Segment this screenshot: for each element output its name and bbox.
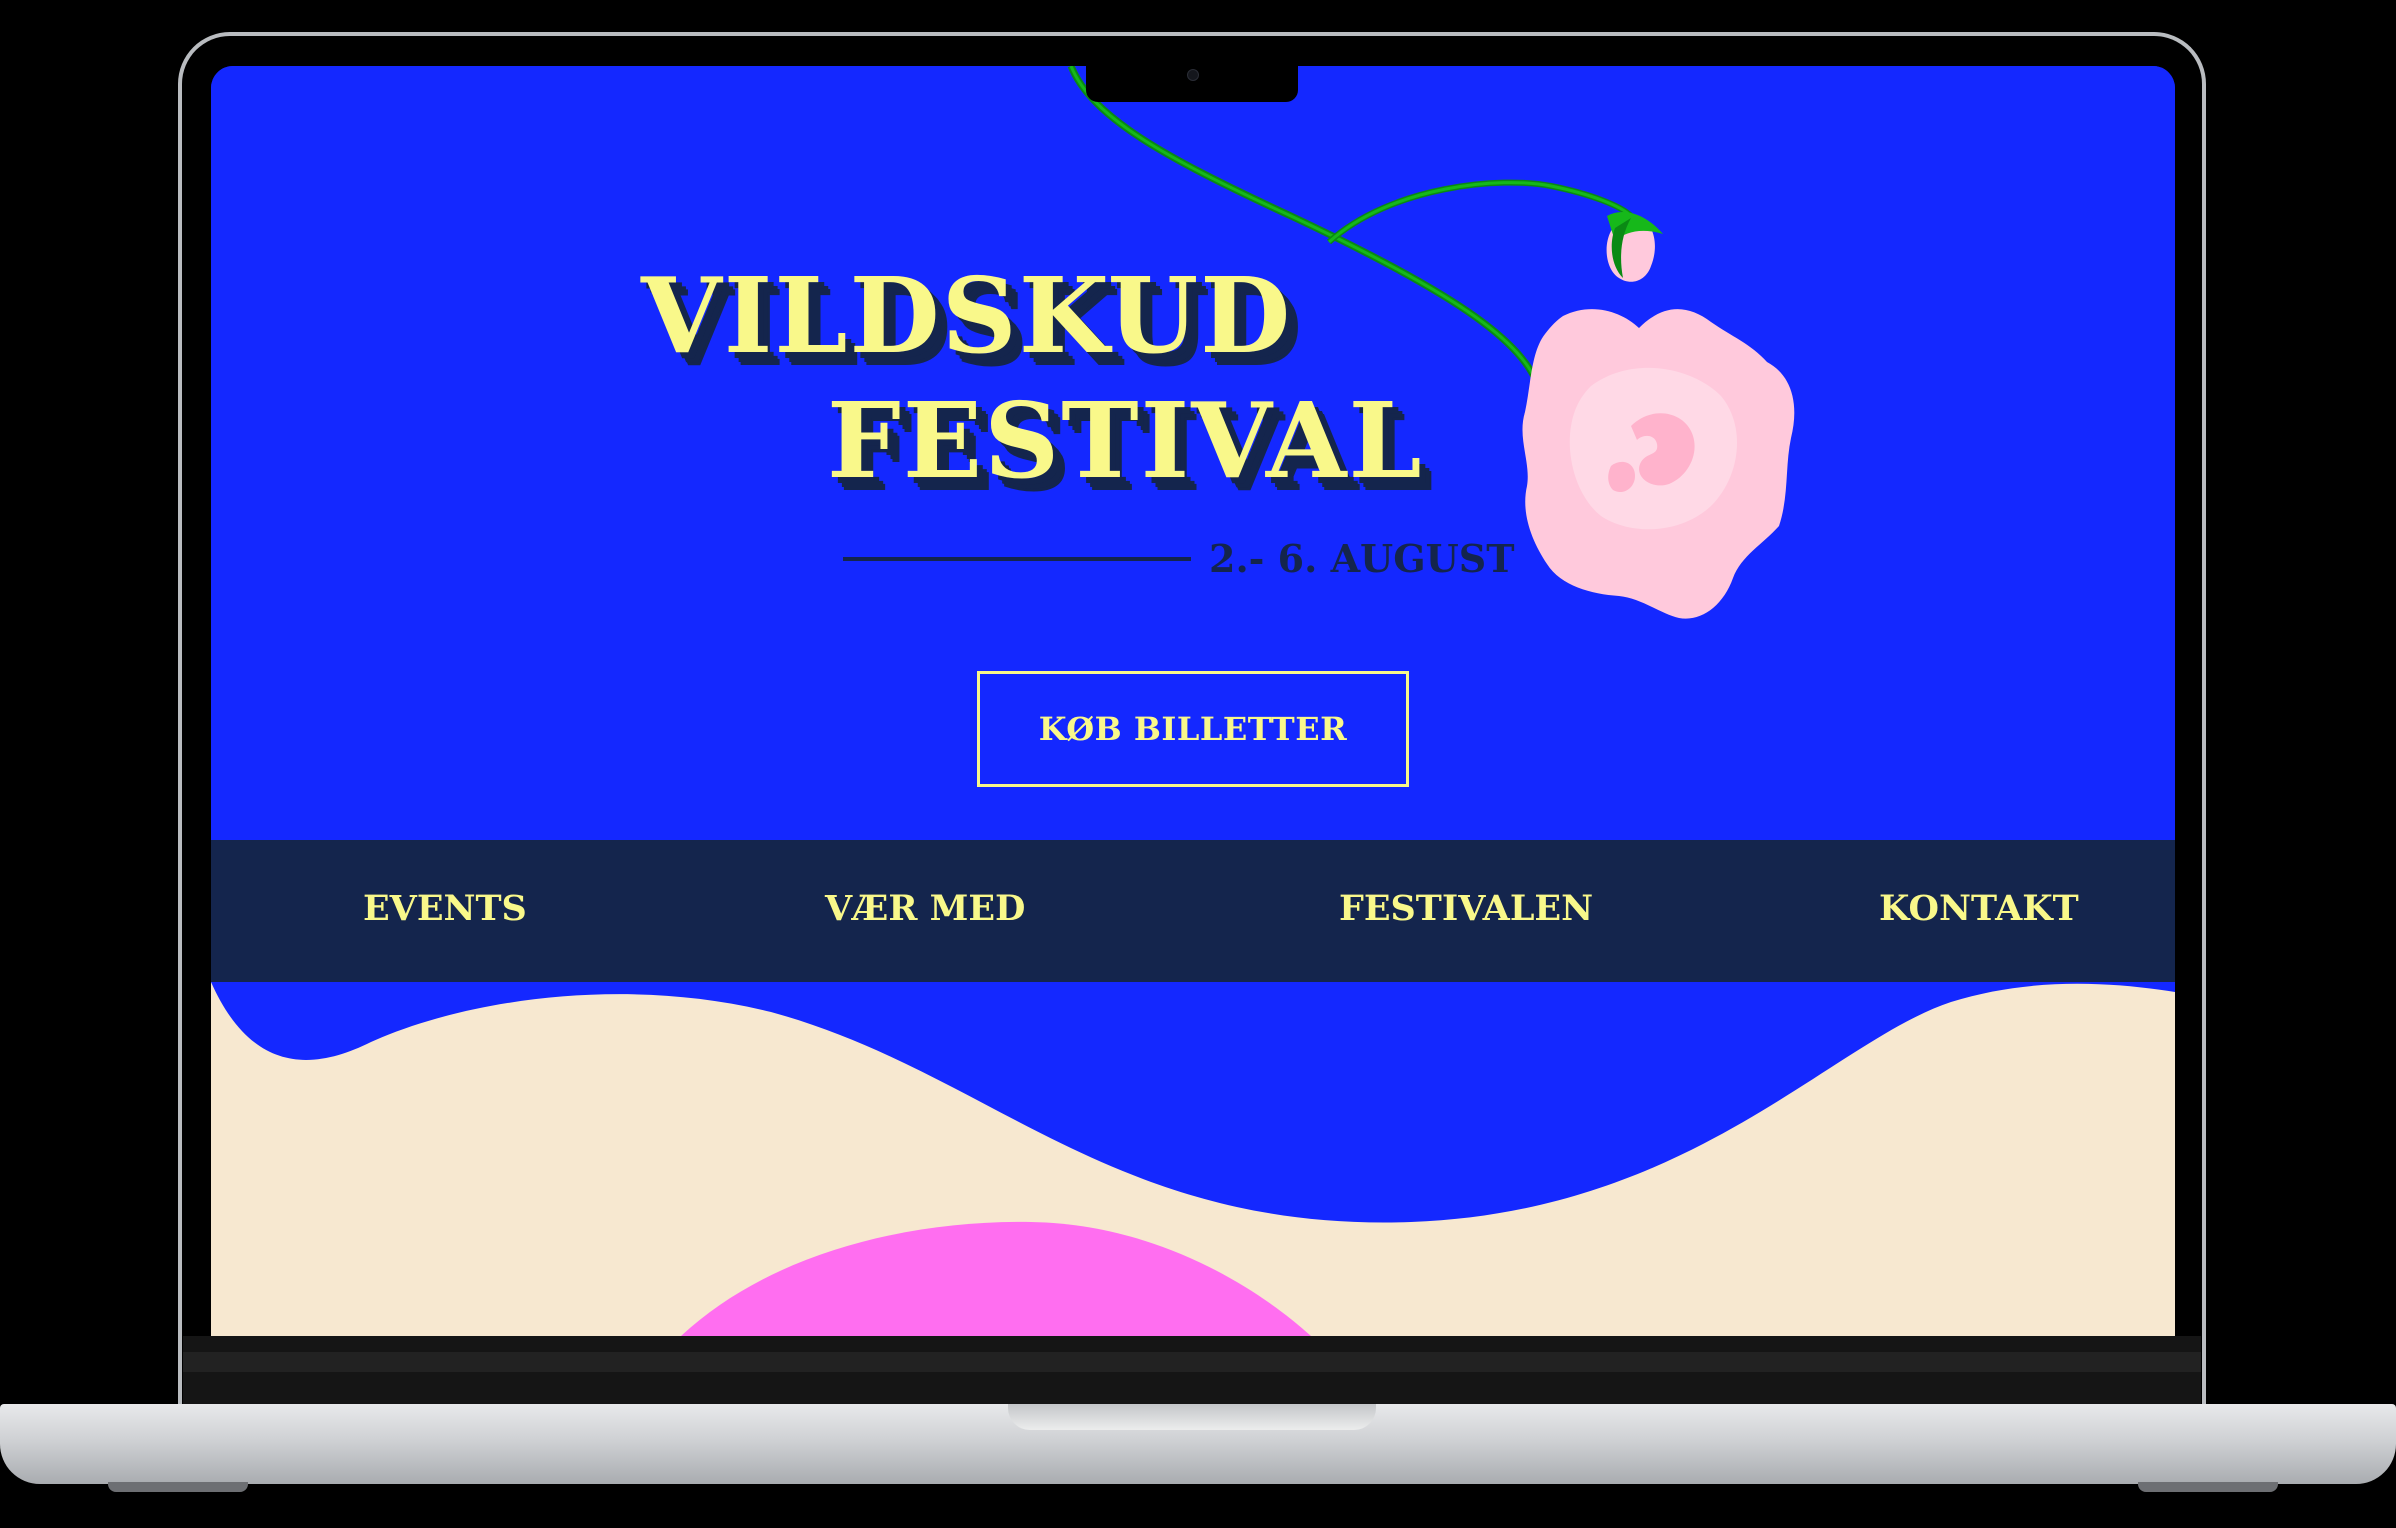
bud-leaf-2 xyxy=(1611,218,1631,278)
flower-core xyxy=(1631,413,1695,486)
festival-title-line-2: FESTIVAL xyxy=(827,379,1424,502)
date-divider-line xyxy=(843,556,1191,561)
decorative-waves xyxy=(211,982,2175,1336)
trackpad-opening xyxy=(1008,1404,1376,1430)
flower-blossom xyxy=(1522,309,1795,619)
festival-title-line-1: VILDSKUD xyxy=(641,254,1293,377)
date-text: 2.- 6. AUGUST xyxy=(1209,536,1515,581)
laptop-foot-right xyxy=(2138,1482,2278,1492)
camera-icon xyxy=(1187,69,1199,81)
buy-tickets-button[interactable]: KØB BILLETTER xyxy=(977,671,1409,787)
laptop-mockup: VILDSKUD FESTIVAL 2.- 6. AUGUST KØB BILL… xyxy=(0,0,2396,1528)
main-navigation: EVENTS VÆR MED FESTIVALEN KONTAKT xyxy=(211,840,2175,982)
hinge-strip xyxy=(183,1352,2201,1372)
nav-item-kontakt[interactable]: KONTAKT xyxy=(1879,888,2079,929)
laptop-foot-left xyxy=(108,1482,248,1492)
hero-section: VILDSKUD FESTIVAL 2.- 6. AUGUST KØB BILL… xyxy=(211,66,2175,840)
website-screen: VILDSKUD FESTIVAL 2.- 6. AUGUST KØB BILL… xyxy=(211,66,2175,1336)
festival-dates: 2.- 6. AUGUST xyxy=(843,536,1515,581)
nav-item-festivalen[interactable]: FESTIVALEN xyxy=(1339,888,1593,929)
nav-item-events[interactable]: EVENTS xyxy=(363,888,527,929)
flower-bud xyxy=(1606,214,1655,282)
bud-stem-highlight xyxy=(1327,181,1633,244)
bud-leaf xyxy=(1607,211,1663,241)
flower-core-2 xyxy=(1608,461,1635,493)
nav-item-vaer-med[interactable]: VÆR MED xyxy=(825,888,1025,929)
bud-stem xyxy=(1326,179,1634,245)
flower-inner-petal xyxy=(1569,367,1738,530)
